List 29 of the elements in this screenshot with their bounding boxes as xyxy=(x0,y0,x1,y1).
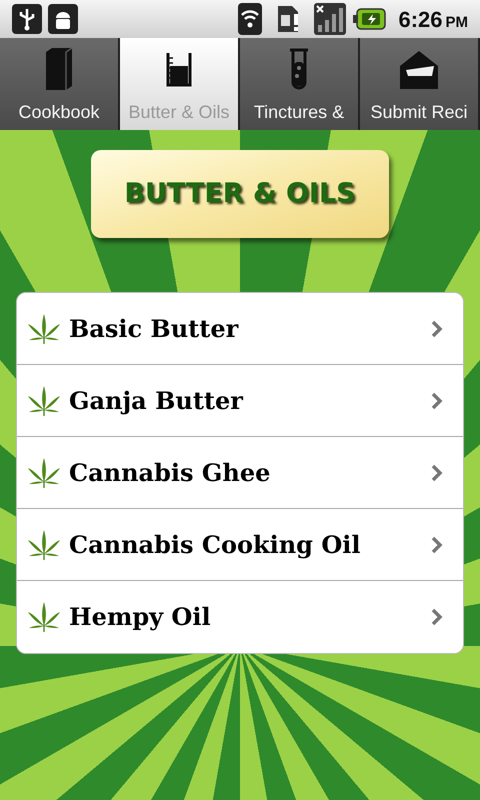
recipe-title: Cannabis Ghee xyxy=(69,456,272,488)
recipe-row[interactable]: Basic Butter xyxy=(17,293,463,365)
chevron-right-icon xyxy=(431,536,443,554)
beaker-icon xyxy=(165,52,193,88)
recipe-title: Cannabis Cooking Oil xyxy=(69,528,362,560)
envelope-icon xyxy=(399,50,439,90)
leaf-icon xyxy=(27,314,61,344)
leaf-icon xyxy=(27,602,61,632)
leaf-icon xyxy=(27,530,61,560)
leaf-icon xyxy=(27,458,61,488)
recipe-title: Ganja Butter xyxy=(69,384,244,416)
chevron-right-icon xyxy=(431,392,443,410)
recipe-title: Hempy Oil xyxy=(69,601,212,633)
recipe-title: Basic Butter xyxy=(69,312,240,344)
wifi-icon xyxy=(238,3,262,35)
banner-title: BUTTER & OILS xyxy=(124,176,356,211)
tab[interactable]: Tinctures & xyxy=(240,38,360,130)
tab[interactable]: Cookbook xyxy=(0,38,120,130)
usb-icon xyxy=(12,4,42,34)
battery-charging-icon xyxy=(352,8,386,30)
clock-time: 6:26 xyxy=(398,6,442,34)
leaf-icon xyxy=(27,386,61,416)
test-tube-icon xyxy=(288,48,310,92)
chevron-right-icon xyxy=(431,464,443,482)
chevron-right-icon xyxy=(431,320,443,338)
signal-icon xyxy=(314,3,346,35)
tab[interactable]: Submit Reci xyxy=(360,38,480,130)
clock-period: PM xyxy=(446,12,468,32)
chevron-right-icon xyxy=(431,608,443,626)
